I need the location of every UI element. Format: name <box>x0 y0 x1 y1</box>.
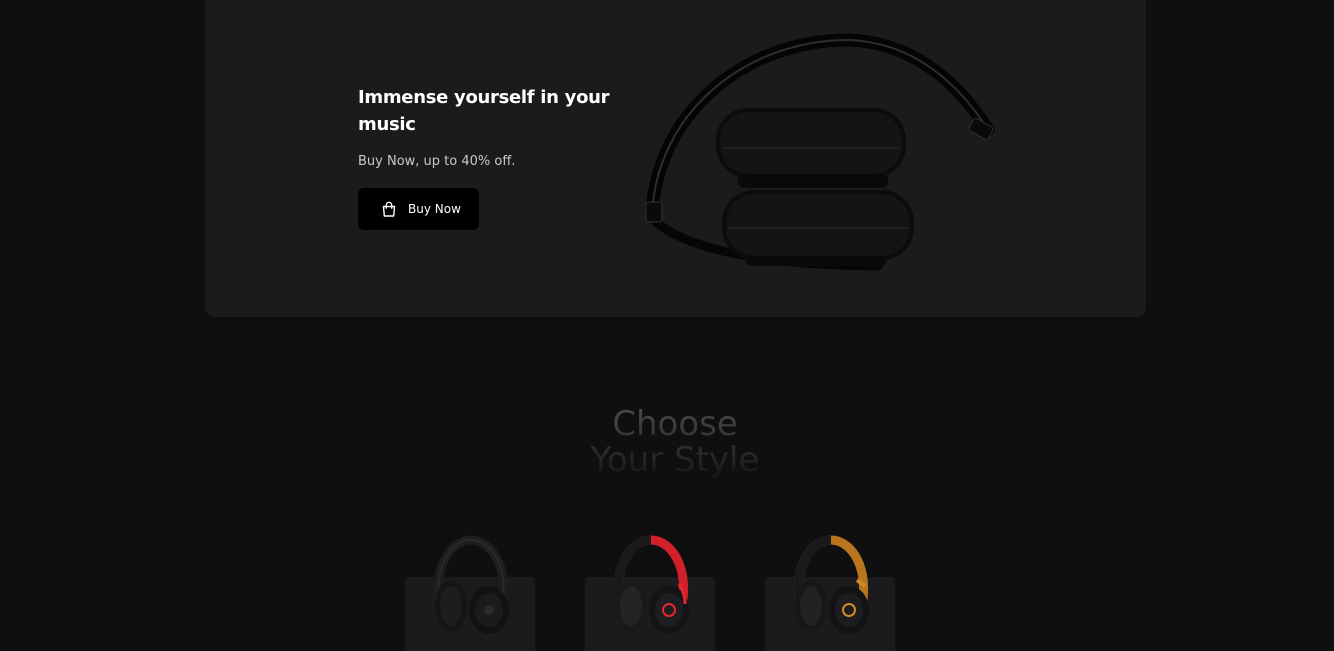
shopping-bag-icon <box>380 200 398 218</box>
choose-style-title-line1: Choose <box>612 404 738 444</box>
gold-black-headphones-image <box>789 534 873 638</box>
folded-headphones-image <box>638 30 998 280</box>
black-headphones-image <box>429 534 513 638</box>
choose-style-title: Choose Your Style <box>567 406 783 478</box>
promo-title: Immense yourself in your music <box>358 87 610 135</box>
style-card-black[interactable] <box>405 530 535 651</box>
style-card-gold[interactable] <box>765 530 895 651</box>
page: Immense yourself in your music Buy Now, … <box>0 0 1334 651</box>
style-card-red[interactable] <box>585 530 715 651</box>
promo-subtitle: Buy Now, up to 40% off. <box>358 154 516 169</box>
red-black-headphones-image <box>609 534 693 638</box>
buy-now-button[interactable]: Buy Now <box>358 188 479 230</box>
choose-style-title-line2: Your Style <box>590 440 760 480</box>
buy-now-label: Buy Now <box>408 202 461 216</box>
